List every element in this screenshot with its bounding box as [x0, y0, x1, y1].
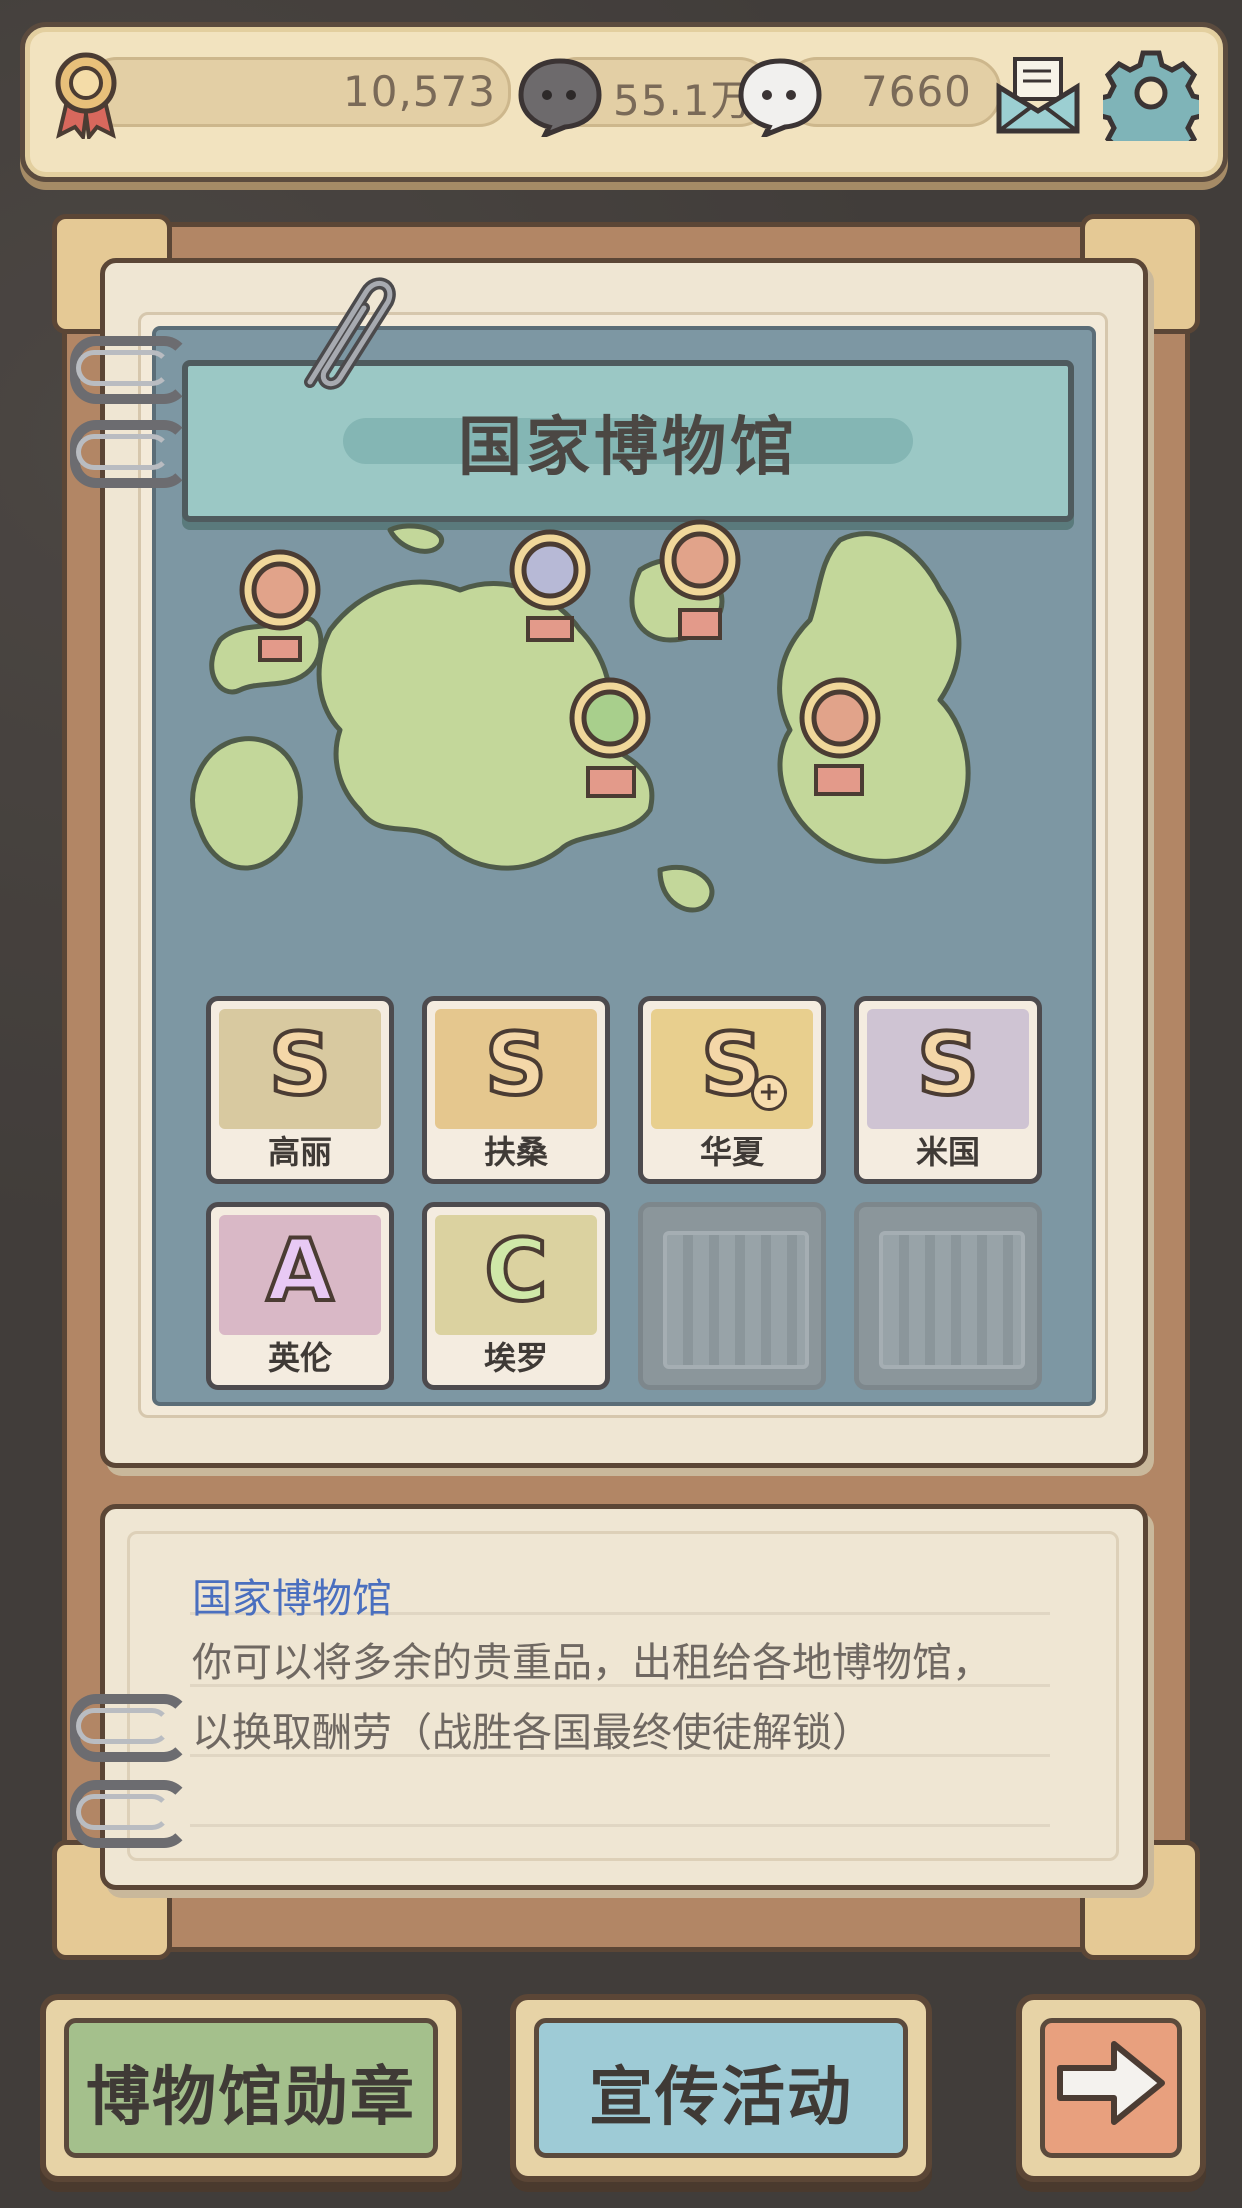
description-line-1: 你可以将多余的贵重品，出租给各地博物馆， [192, 1640, 992, 1686]
museum-grade: S [915, 1015, 981, 1115]
museum-grade: S [267, 1015, 333, 1115]
grade-plus-icon: + [751, 1075, 787, 1111]
locked-museum-card[interactable] [854, 1202, 1042, 1390]
museum-country-label: 英伦 [267, 1339, 332, 1377]
arrow-right-icon [1057, 2041, 1165, 2125]
museum-country-label: 扶桑 [483, 1133, 548, 1171]
paperclip-icon [304, 277, 396, 390]
next-button[interactable] [1016, 1994, 1206, 2182]
description-title: 国家博物馆 [192, 1576, 392, 1622]
museum-grade: A [265, 1221, 336, 1321]
museum-medal-button[interactable]: 博物馆勋章 [40, 1994, 462, 2182]
binder-ring [70, 336, 190, 404]
museum-country-label: 高丽 [267, 1133, 332, 1171]
museum-grade: S [699, 1015, 765, 1115]
museum-card[interactable]: S 扶桑 [422, 996, 610, 1184]
locked-museum-card[interactable] [638, 1202, 826, 1390]
museum-card[interactable]: S + 华夏 [638, 996, 826, 1184]
museum-country-label: 米国 [915, 1133, 980, 1171]
binder-ring [70, 1694, 190, 1762]
locked-building-icon [879, 1231, 1025, 1369]
description-page [100, 1504, 1148, 1890]
resource-bar: 10,573 55.1万 7660 [20, 22, 1228, 182]
promotion-label: 宣传活动 [589, 2061, 853, 2135]
description-line-2: 以换取酬劳（战胜各国最终使徒解锁） [192, 1710, 872, 1756]
page-title: 国家博物馆 [458, 411, 798, 485]
museum-card[interactable]: A 英伦 [206, 1202, 394, 1390]
binder-ring [70, 1780, 190, 1848]
dark-bubble-icon [518, 58, 602, 137]
promotion-button[interactable]: 宣传活动 [510, 1994, 932, 2182]
locked-building-icon [663, 1231, 809, 1369]
light-bubble-count: 7660 [861, 67, 972, 116]
light-bubble-icon [738, 58, 822, 137]
gear-icon[interactable] [1103, 45, 1199, 141]
museum-country-label: 华夏 [699, 1133, 764, 1171]
binder-ring [70, 420, 190, 488]
medal-icon [55, 52, 117, 139]
museum-grade: C [482, 1221, 549, 1321]
mail-icon[interactable] [993, 53, 1083, 137]
museum-medal-label: 博物馆勋章 [86, 2061, 416, 2135]
medal-count: 10,573 [343, 67, 496, 116]
museum-card[interactable]: S 米国 [854, 996, 1042, 1184]
dark-bubble-count: 55.1万 [613, 76, 754, 125]
museum-card[interactable]: C 埃罗 [422, 1202, 610, 1390]
museum-grade: S [483, 1015, 549, 1115]
museum-card[interactable]: S 高丽 [206, 996, 394, 1184]
world-map [190, 519, 971, 913]
museum-country-label: 埃罗 [483, 1339, 548, 1377]
